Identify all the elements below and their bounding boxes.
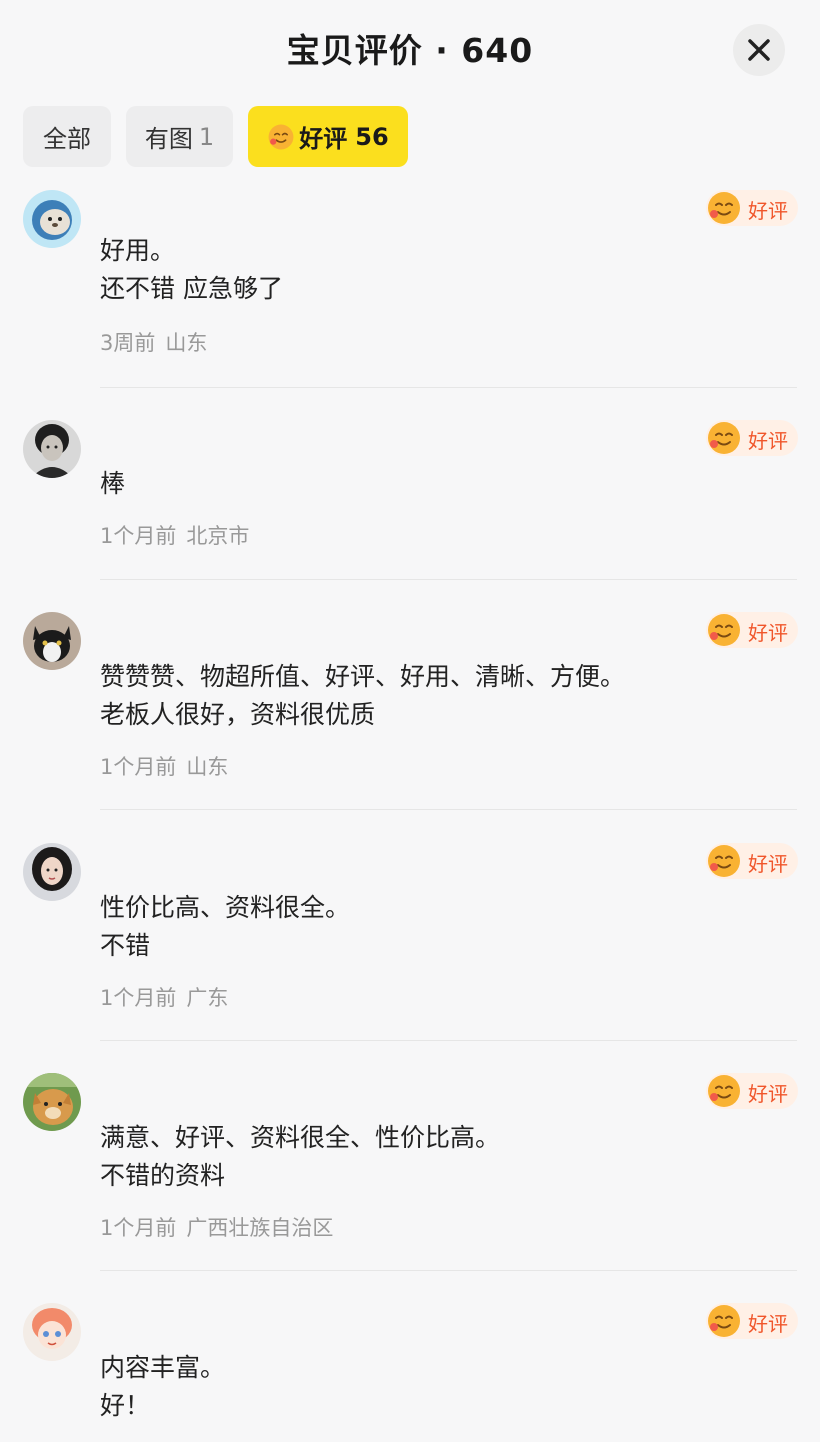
positive-badge: 好评	[706, 1073, 798, 1109]
badge-label: 好评	[748, 852, 788, 876]
positive-badge: 好评	[706, 190, 798, 226]
tab-label: 好评	[299, 125, 348, 153]
review-location: 广西壮族自治区	[186, 1216, 334, 1240]
review-text: 满意、好评、资料很全、性价比高。 不错的资料	[100, 1119, 500, 1195]
review-text: 好用。 还不错 应急够了	[100, 232, 283, 308]
divider	[100, 1040, 797, 1041]
page-title: 宝贝评价 · 640	[286, 31, 534, 70]
review-text: 内容丰富。 好！	[100, 1349, 225, 1425]
tab-all[interactable]: 全部	[23, 106, 111, 167]
review-meta: 1个月前 广西壮族自治区	[100, 1212, 333, 1242]
header: 宝贝评价 · 640	[0, 0, 820, 96]
review-text: 性价比高、资料很全。 不错	[100, 889, 350, 965]
avatar[interactable]	[23, 1303, 81, 1361]
happy-face-icon	[708, 1305, 740, 1337]
review-location: 山东	[186, 755, 229, 779]
cat-avatar-icon	[23, 612, 81, 670]
review-line: 棒	[100, 469, 126, 498]
review-line: 老板人很好，资料很优质	[100, 700, 376, 729]
dog-avatar-icon	[23, 1073, 81, 1131]
tab-label: 有图	[144, 125, 193, 153]
happy-face-icon	[708, 845, 740, 877]
review-text: 赞赞赞、物超所值、好评、好用、清晰、方便。 老板人很好，资料很优质	[100, 658, 625, 734]
review-line: 内容丰富。	[100, 1353, 226, 1382]
review-meta: 1个月前 山东	[100, 751, 228, 781]
positive-badge: 好评	[706, 612, 798, 648]
avatar[interactable]	[23, 843, 81, 901]
close-icon	[748, 39, 770, 61]
review-line: 不错的资料	[100, 1161, 226, 1190]
badge-label: 好评	[748, 199, 788, 223]
review-time: 1个月前	[100, 986, 177, 1010]
divider	[100, 387, 797, 388]
tab-with-images[interactable]: 有图 1	[126, 106, 233, 167]
review-meta: 3周前 山东	[100, 327, 207, 357]
review-line: 好用。	[100, 236, 176, 265]
happy-face-icon	[708, 1075, 740, 1107]
avatar[interactable]	[23, 1073, 81, 1131]
avatar[interactable]	[23, 190, 81, 248]
badge-label: 好评	[748, 1312, 788, 1336]
close-button[interactable]	[733, 24, 785, 76]
cartoon-avatar-icon	[23, 1303, 81, 1361]
review-line: 赞赞赞、物超所值、好评、好用、清晰、方便。	[100, 662, 626, 691]
avatar[interactable]	[23, 612, 81, 670]
positive-badge: 好评	[706, 843, 798, 879]
review-time: 3周前	[100, 331, 156, 355]
review-line: 满意、好评、资料很全、性价比高。	[100, 1123, 501, 1152]
review-location: 广东	[186, 986, 229, 1010]
happy-face-icon	[708, 614, 740, 646]
person-avatar-icon	[23, 420, 81, 478]
happy-face-icon	[708, 192, 740, 224]
reviews-page: 宝贝评价 · 640 全部 有图 1 好评 56 好评 好用。 还不错 应急够了…	[0, 0, 820, 1442]
review-time: 1个月前	[100, 524, 177, 548]
review-line: 还不错 应急够了	[100, 274, 283, 303]
review-line: 好！	[100, 1391, 151, 1420]
review-meta: 1个月前 广东	[100, 982, 228, 1012]
review-line: 不错	[100, 931, 151, 960]
positive-badge: 好评	[706, 420, 798, 456]
badge-label: 好评	[748, 429, 788, 453]
review-time: 1个月前	[100, 1216, 177, 1240]
tab-count: 1	[198, 122, 215, 151]
badge-label: 好评	[748, 621, 788, 645]
tab-count: 56	[355, 122, 389, 151]
divider	[100, 579, 797, 580]
avatar[interactable]	[23, 420, 81, 478]
girl-avatar-icon	[23, 843, 81, 901]
divider	[100, 809, 797, 810]
positive-badge: 好评	[706, 1303, 798, 1339]
review-time: 1个月前	[100, 755, 177, 779]
review-meta: 1个月前 北京市	[100, 520, 249, 550]
review-text: 棒	[100, 465, 125, 503]
divider	[100, 1270, 797, 1271]
seal-avatar-icon	[23, 190, 81, 248]
happy-face-icon	[268, 124, 294, 149]
happy-face-icon	[708, 422, 740, 454]
tab-positive[interactable]: 好评 56	[248, 106, 408, 167]
tab-label: 全部	[43, 125, 91, 153]
review-location: 北京市	[186, 524, 250, 548]
review-line: 性价比高、资料很全。	[100, 893, 351, 922]
review-location: 山东	[165, 331, 208, 355]
badge-label: 好评	[748, 1082, 788, 1106]
